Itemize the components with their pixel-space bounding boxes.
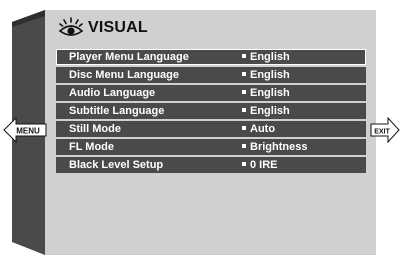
setting-row-fl-mode[interactable]: FL Mode Brightness (56, 139, 366, 155)
setting-label: Audio Language (69, 87, 156, 99)
setting-label: Disc Menu Language (69, 69, 180, 81)
menu-label: MENU (16, 127, 40, 136)
setting-label: Player Menu Language (69, 51, 189, 63)
setting-label: Subtitle Language (69, 105, 165, 117)
setting-label: Black Level Setup (69, 159, 164, 171)
setting-row-black-level-setup[interactable]: Black Level Setup 0 IRE (56, 157, 366, 173)
bullet-icon (242, 108, 246, 113)
settings-list: Player Menu Language English Disc Menu L… (56, 49, 366, 175)
bullet-icon (242, 72, 246, 77)
setting-value: Auto (242, 121, 275, 137)
setting-row-subtitle-language[interactable]: Subtitle Language English (56, 103, 366, 119)
setting-value: English (242, 49, 290, 65)
bullet-icon (242, 90, 246, 95)
page-title: VISUAL (58, 16, 148, 40)
setting-label: FL Mode (69, 141, 115, 153)
bullet-icon (242, 162, 246, 167)
setting-row-still-mode[interactable]: Still Mode Auto (56, 121, 366, 137)
exit-label: EXIT (374, 129, 390, 136)
setting-row-disc-menu-language[interactable]: Disc Menu Language English (56, 67, 366, 83)
eye-icon (58, 17, 84, 36)
title-text: VISUAL (88, 19, 148, 36)
bullet-icon (242, 144, 246, 149)
setting-row-audio-language[interactable]: Audio Language English (56, 85, 366, 101)
osd-screen: VISUAL Player Menu Language English Disc… (0, 0, 401, 255)
menu-back-arrow-icon[interactable]: MENU (3, 117, 47, 143)
exit-arrow-icon[interactable]: EXIT (370, 117, 400, 143)
bullet-icon (242, 54, 246, 59)
setting-value: 0 IRE (242, 157, 278, 173)
setting-value: English (242, 85, 290, 101)
setting-label: Still Mode (69, 123, 121, 135)
setting-value: English (242, 67, 290, 83)
setting-row-player-menu-language[interactable]: Player Menu Language English (56, 49, 366, 65)
setting-value: English (242, 103, 290, 119)
setting-value: Brightness (242, 139, 307, 155)
bullet-icon (242, 126, 246, 131)
